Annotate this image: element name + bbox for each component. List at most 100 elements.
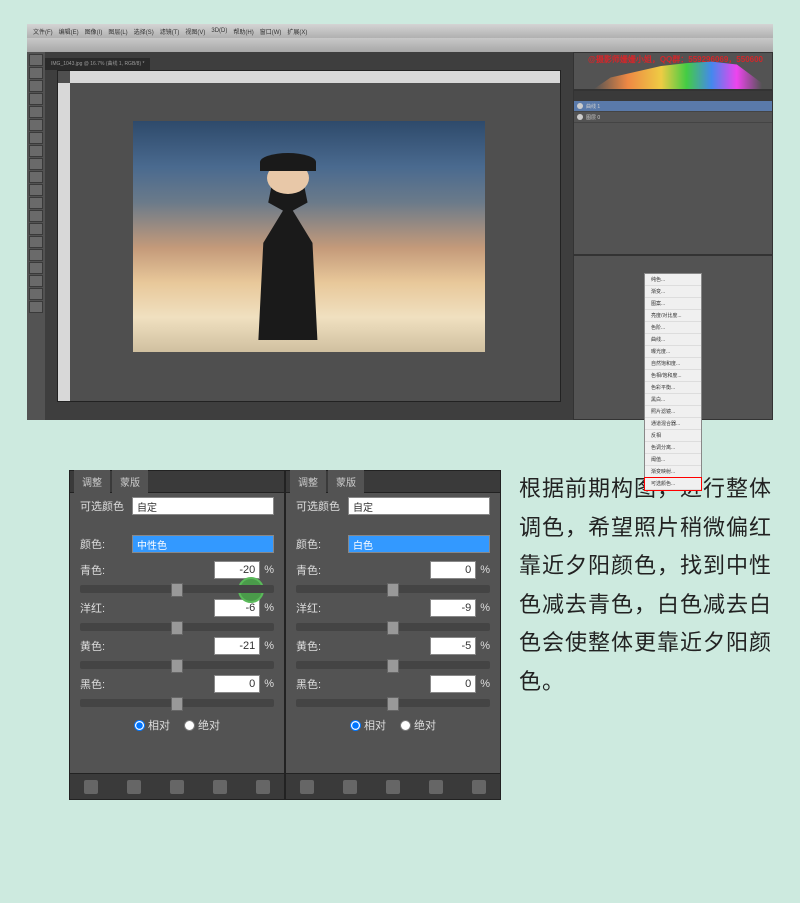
visibility-icon[interactable] (213, 780, 227, 794)
color-select[interactable]: 中性色 (132, 535, 274, 553)
hand-tool[interactable] (29, 288, 43, 300)
radio-relative[interactable]: 相对 (134, 717, 170, 733)
menu-threshold[interactable]: 阈值... (645, 454, 701, 466)
move-tool[interactable] (29, 54, 43, 66)
preset-select[interactable]: 自定 (132, 497, 274, 515)
path-tool[interactable] (29, 262, 43, 274)
magenta-slider[interactable] (296, 623, 490, 631)
zoom-tool[interactable] (29, 301, 43, 313)
trash-icon[interactable] (472, 780, 486, 794)
black-input[interactable] (430, 675, 476, 693)
yellow-input[interactable] (430, 637, 476, 655)
menu-photo-filter[interactable]: 照片滤镜... (645, 406, 701, 418)
view-prev-icon[interactable] (127, 780, 141, 794)
pen-tool[interactable] (29, 236, 43, 248)
menu-posterize[interactable]: 色调分离... (645, 442, 701, 454)
visibility-icon[interactable] (577, 114, 583, 120)
magenta-input[interactable] (430, 599, 476, 617)
menu-vibrance[interactable]: 自然饱和度... (645, 358, 701, 370)
visibility-icon[interactable] (429, 780, 443, 794)
black-slider[interactable] (80, 699, 274, 707)
panel-tabs[interactable]: 调整 蒙版 (286, 471, 500, 493)
gradient-tool[interactable] (29, 197, 43, 209)
preset-label: 可选颜色 (80, 498, 128, 514)
panel-tabs[interactable]: 调整 蒙版 (70, 471, 284, 493)
cyan-slider[interactable] (80, 585, 274, 593)
black-slider[interactable] (296, 699, 490, 707)
yellow-input[interactable] (214, 637, 260, 655)
menu-file[interactable]: 文件(F) (33, 27, 53, 36)
marquee-tool[interactable] (29, 67, 43, 79)
radio-absolute[interactable]: 绝对 (400, 717, 436, 733)
color-select[interactable]: 白色 (348, 535, 490, 553)
layer-row[interactable]: 曲线 1 (574, 101, 772, 112)
menu-channel-mixer[interactable]: 通道混合器... (645, 418, 701, 430)
menu-3d[interactable]: 3D(D) (211, 28, 227, 34)
yellow-slider[interactable] (296, 661, 490, 669)
menu-levels[interactable]: 色阶... (645, 322, 701, 334)
magenta-slider[interactable] (80, 623, 274, 631)
type-tool[interactable] (29, 249, 43, 261)
menu-help[interactable]: 帮助(H) (233, 27, 253, 36)
dodge-tool[interactable] (29, 223, 43, 235)
tab-masks[interactable]: 蒙版 (112, 470, 148, 493)
lasso-tool[interactable] (29, 80, 43, 92)
reset-icon[interactable] (170, 780, 184, 794)
stamp-tool[interactable] (29, 158, 43, 170)
menu-gradient-map[interactable]: 渐变映射... (645, 466, 701, 478)
menu-select[interactable]: 选择(S) (134, 27, 154, 36)
wand-tool[interactable] (29, 93, 43, 105)
eraser-tool[interactable] (29, 184, 43, 196)
adjustment-layer-menu[interactable]: 纯色... 渐变... 图案... 亮度/对比度... 色阶... 曲线... … (644, 273, 702, 491)
heal-tool[interactable] (29, 132, 43, 144)
menu-pattern[interactable]: 图案... (645, 298, 701, 310)
menu-brightness[interactable]: 亮度/对比度... (645, 310, 701, 322)
clip-icon[interactable] (84, 780, 98, 794)
brush-tool[interactable] (29, 145, 43, 157)
shape-tool[interactable] (29, 275, 43, 287)
menu-edit[interactable]: 编辑(E) (59, 27, 79, 36)
menu-hue-sat[interactable]: 色相/饱和度... (645, 370, 701, 382)
trash-icon[interactable] (256, 780, 270, 794)
menubar[interactable]: 文件(F) 编辑(E) 图像(I) 图层(L) 选择(S) 滤镜(T) 视图(V… (27, 24, 773, 38)
cyan-slider[interactable] (296, 585, 490, 593)
tab-adjustments[interactable]: 调整 (290, 470, 326, 493)
menu-color-balance[interactable]: 色彩平衡... (645, 382, 701, 394)
menu-curves[interactable]: 曲线... (645, 334, 701, 346)
menu-selective-color[interactable]: 可选颜色... (645, 478, 701, 490)
photo-sunset-portrait[interactable] (133, 121, 484, 352)
crop-tool[interactable] (29, 106, 43, 118)
tab-masks[interactable]: 蒙版 (328, 470, 364, 493)
menu-view[interactable]: 视图(V) (185, 27, 205, 36)
view-prev-icon[interactable] (343, 780, 357, 794)
cyan-input[interactable] (430, 561, 476, 579)
document-tab[interactable]: IMG_1043.jpg @ 16.7% (曲线 1, RGB/8) * (45, 58, 150, 70)
black-input[interactable] (214, 675, 260, 693)
menu-invert[interactable]: 反相 (645, 430, 701, 442)
menu-solid-color[interactable]: 纯色... (645, 274, 701, 286)
method-radio-group[interactable]: 相对 绝对 (286, 709, 500, 741)
blur-tool[interactable] (29, 210, 43, 222)
tools-panel[interactable] (27, 52, 45, 420)
yellow-slider[interactable] (80, 661, 274, 669)
menu-window[interactable]: 窗口(W) (260, 27, 282, 36)
menu-layer[interactable]: 图层(L) (108, 27, 127, 36)
visibility-icon[interactable] (577, 103, 583, 109)
menu-ext[interactable]: 扩展(X) (287, 27, 307, 36)
method-radio-group[interactable]: 相对 绝对 (70, 709, 284, 741)
menu-exposure[interactable]: 曝光度... (645, 346, 701, 358)
reset-icon[interactable] (386, 780, 400, 794)
menu-image[interactable]: 图像(I) (85, 27, 103, 36)
tab-adjustments[interactable]: 调整 (74, 470, 110, 493)
eyedropper-tool[interactable] (29, 119, 43, 131)
preset-select[interactable]: 自定 (348, 497, 490, 515)
layer-row[interactable]: 图层 0 (574, 112, 772, 123)
radio-absolute[interactable]: 绝对 (184, 717, 220, 733)
menu-gradient[interactable]: 渐变... (645, 286, 701, 298)
menu-filter[interactable]: 滤镜(T) (160, 27, 180, 36)
clip-icon[interactable] (300, 780, 314, 794)
radio-relative[interactable]: 相对 (350, 717, 386, 733)
menu-black-white[interactable]: 黑白... (645, 394, 701, 406)
history-brush-tool[interactable] (29, 171, 43, 183)
layers-panel[interactable]: 曲线 1 图层 0 (573, 90, 773, 255)
